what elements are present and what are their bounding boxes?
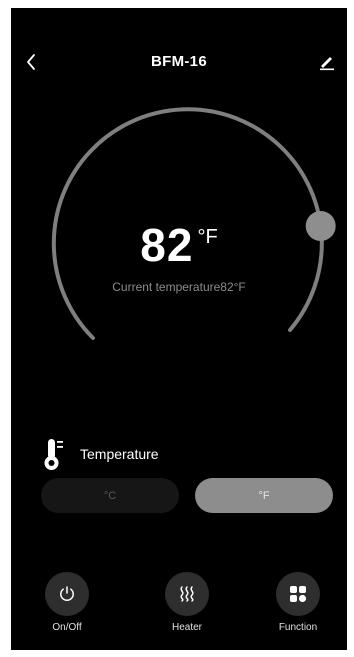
temperature-dial[interactable] [11, 8, 347, 408]
heater-circle [165, 572, 209, 616]
celsius-button[interactable]: °C [41, 478, 179, 513]
temperature-label: Temperature [80, 446, 159, 462]
heat-waves-icon [180, 586, 194, 602]
on-off-button[interactable]: On/Off [32, 572, 102, 633]
temperature-section: Temperature [41, 436, 159, 472]
temperature-unit: °F [197, 226, 218, 248]
current-temperature-text: Current temperature82°F [112, 280, 246, 294]
fahrenheit-button[interactable]: °F [195, 478, 333, 513]
bottom-action-bar: On/Off Heater Function [11, 572, 347, 642]
grid-icon [290, 586, 307, 603]
function-label: Function [278, 622, 318, 633]
unit-toggle: °C °F [41, 478, 333, 513]
function-button[interactable]: Function [263, 572, 333, 633]
app-screen: BFM-16 82 °F Current temperature82°F Temp… [11, 8, 347, 650]
function-circle [276, 572, 320, 616]
heater-button[interactable]: Heater [152, 572, 222, 633]
heater-label: Heater [171, 622, 202, 633]
thermometer-icon [41, 436, 67, 472]
on-off-circle [45, 572, 89, 616]
on-off-label: On/Off [52, 622, 82, 633]
power-icon [60, 586, 74, 601]
set-temperature-value: 82 [140, 219, 194, 271]
temperature-readout: 82 °F [11, 218, 347, 272]
